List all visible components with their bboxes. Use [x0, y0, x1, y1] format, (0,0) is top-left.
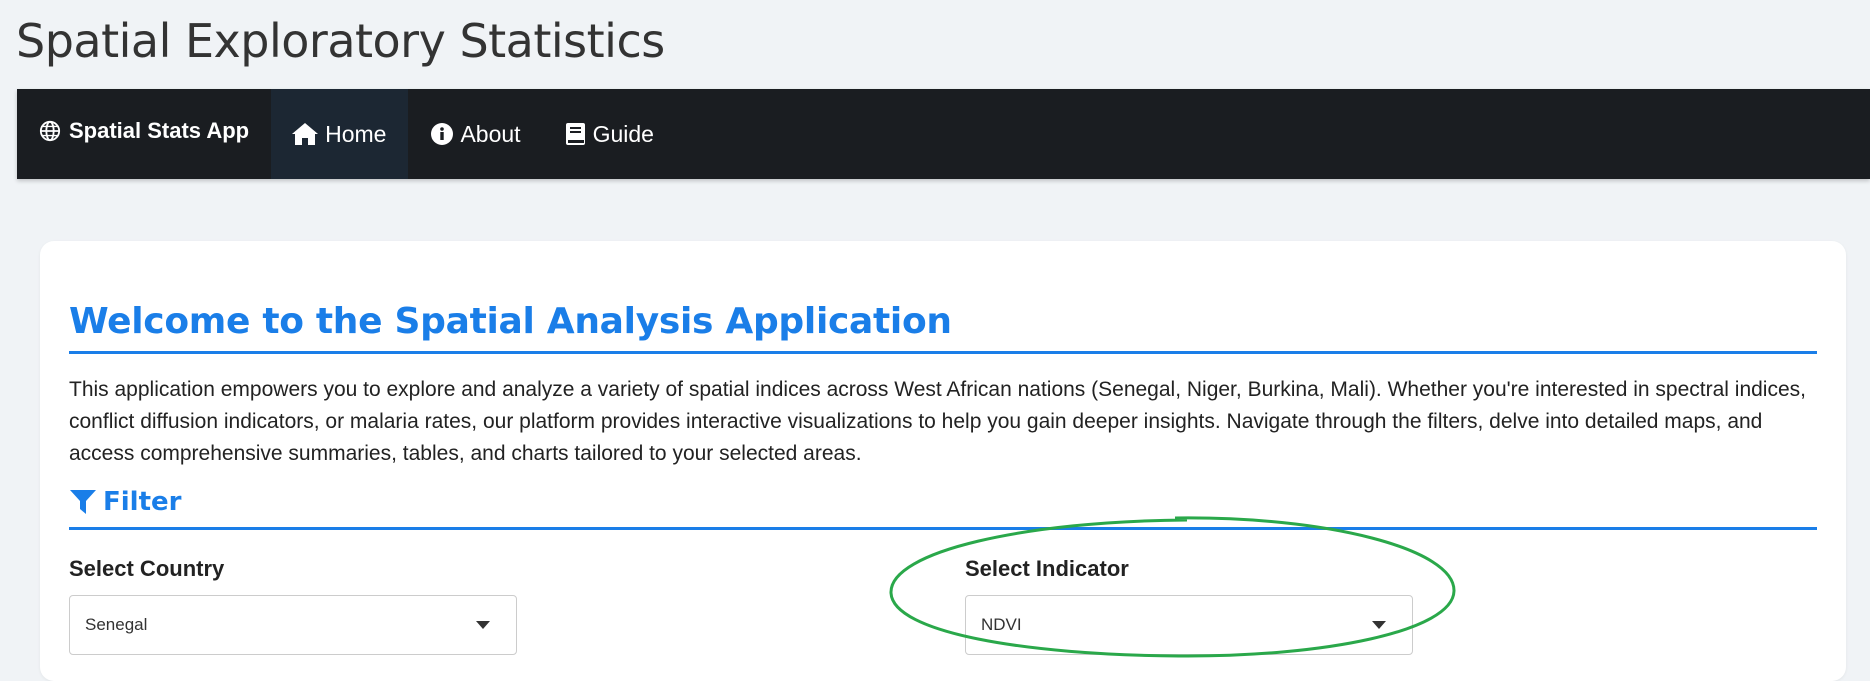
welcome-heading: Welcome to the Spatial Analysis Applicat…: [69, 301, 952, 342]
nav-item-label: About: [460, 120, 521, 147]
nav-item-home[interactable]: Home: [271, 89, 409, 179]
home-icon: [292, 123, 319, 145]
page-title: Spatial Exploratory Statistics: [16, 14, 665, 68]
info-icon: [431, 123, 454, 145]
chevron-down-icon: [1372, 621, 1386, 629]
brand-label: Spatial Stats App: [69, 118, 250, 143]
nav-item-label: Home: [325, 120, 387, 147]
country-label: Select Country: [69, 556, 225, 581]
indicator-select-value: NDVI: [981, 615, 1022, 634]
welcome-card: Welcome to the Spatial Analysis Applicat…: [40, 241, 1846, 681]
chevron-down-icon: [476, 621, 490, 629]
indicator-select[interactable]: NDVI: [965, 595, 1413, 655]
country-select[interactable]: Senegal: [69, 595, 517, 655]
top-navbar: Spatial Stats App Home About Guide: [17, 89, 1870, 179]
country-select-value: Senegal: [85, 615, 148, 634]
indicator-label: Select Indicator: [965, 556, 1129, 581]
intro-paragraph: This application empowers you to explore…: [69, 378, 1806, 465]
navbar-brand[interactable]: Spatial Stats App: [17, 83, 271, 179]
nav-item-label: Guide: [592, 120, 654, 147]
nav-item-guide[interactable]: Guide: [543, 89, 676, 179]
heading-divider: [69, 351, 1817, 354]
nav-item-about[interactable]: About: [408, 89, 542, 179]
filter-icon: [70, 490, 96, 514]
filter-heading: Filter: [69, 487, 181, 517]
globe-icon: [39, 120, 61, 142]
book-icon: [565, 123, 585, 145]
filter-divider: [69, 527, 1817, 530]
filter-title: Filter: [103, 487, 182, 517]
